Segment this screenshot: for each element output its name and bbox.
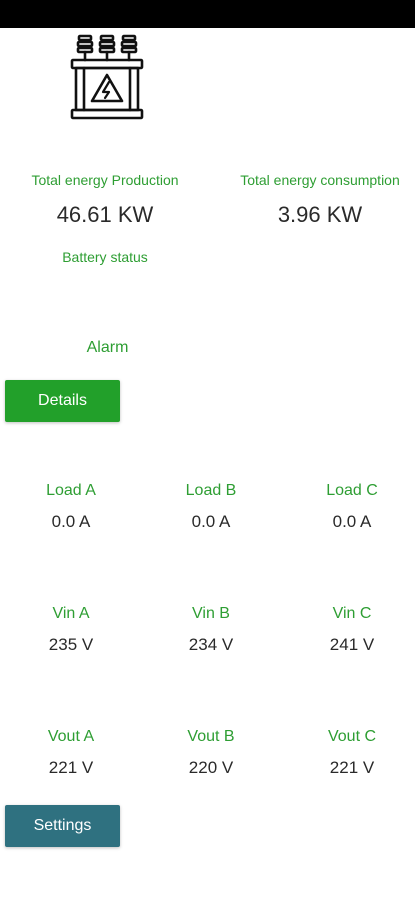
vin-c-label: Vin C bbox=[332, 605, 372, 622]
load-c-value: 0.0 A bbox=[332, 512, 372, 531]
vin-a-value: 235 V bbox=[48, 635, 94, 654]
vin-b-value: 234 V bbox=[188, 635, 234, 654]
load-a-cell: Load A 0.0 A bbox=[1, 482, 141, 532]
vin-c-value: 241 V bbox=[329, 635, 375, 654]
load-c-cell: Load C 0.0 A bbox=[282, 482, 415, 532]
production-value: 46.61 KW bbox=[56, 202, 154, 227]
load-b-cell: Load B 0.0 A bbox=[141, 482, 281, 532]
vout-c-value: 221 V bbox=[329, 758, 375, 777]
details-button[interactable]: Details bbox=[5, 380, 120, 422]
vin-a-cell: Vin A 235 V bbox=[1, 605, 141, 655]
load-c-label: Load C bbox=[326, 482, 378, 499]
consumption-value: 3.96 KW bbox=[277, 202, 363, 227]
load-a-value: 0.0 A bbox=[51, 512, 91, 531]
alarm-label: Alarm bbox=[86, 339, 129, 356]
vout-a-cell: Vout A 221 V bbox=[1, 728, 141, 778]
status-bar bbox=[0, 0, 415, 28]
production-label: Total energy Production bbox=[31, 172, 179, 188]
load-b-value: 0.0 A bbox=[191, 512, 231, 531]
vout-a-label: Vout A bbox=[47, 728, 95, 745]
vout-c-label: Vout C bbox=[327, 728, 377, 745]
vout-c-cell: Vout C 221 V bbox=[282, 728, 415, 778]
settings-button[interactable]: Settings bbox=[5, 805, 120, 847]
vin-a-label: Vin A bbox=[52, 605, 90, 622]
vin-b-label: Vin B bbox=[192, 605, 230, 622]
transformer-icon bbox=[68, 34, 146, 122]
load-b-label: Load B bbox=[185, 482, 237, 499]
vout-a-value: 221 V bbox=[48, 758, 94, 777]
battery-status-label: Battery status bbox=[62, 249, 148, 265]
vout-b-value: 220 V bbox=[188, 758, 234, 777]
vout-b-cell: Vout B 220 V bbox=[141, 728, 281, 778]
vout-b-label: Vout B bbox=[187, 728, 235, 745]
vin-c-cell: Vin C 241 V bbox=[282, 605, 415, 655]
vin-b-cell: Vin B 234 V bbox=[141, 605, 281, 655]
consumption-label: Total energy consumption bbox=[240, 172, 400, 188]
load-a-label: Load A bbox=[46, 482, 96, 499]
